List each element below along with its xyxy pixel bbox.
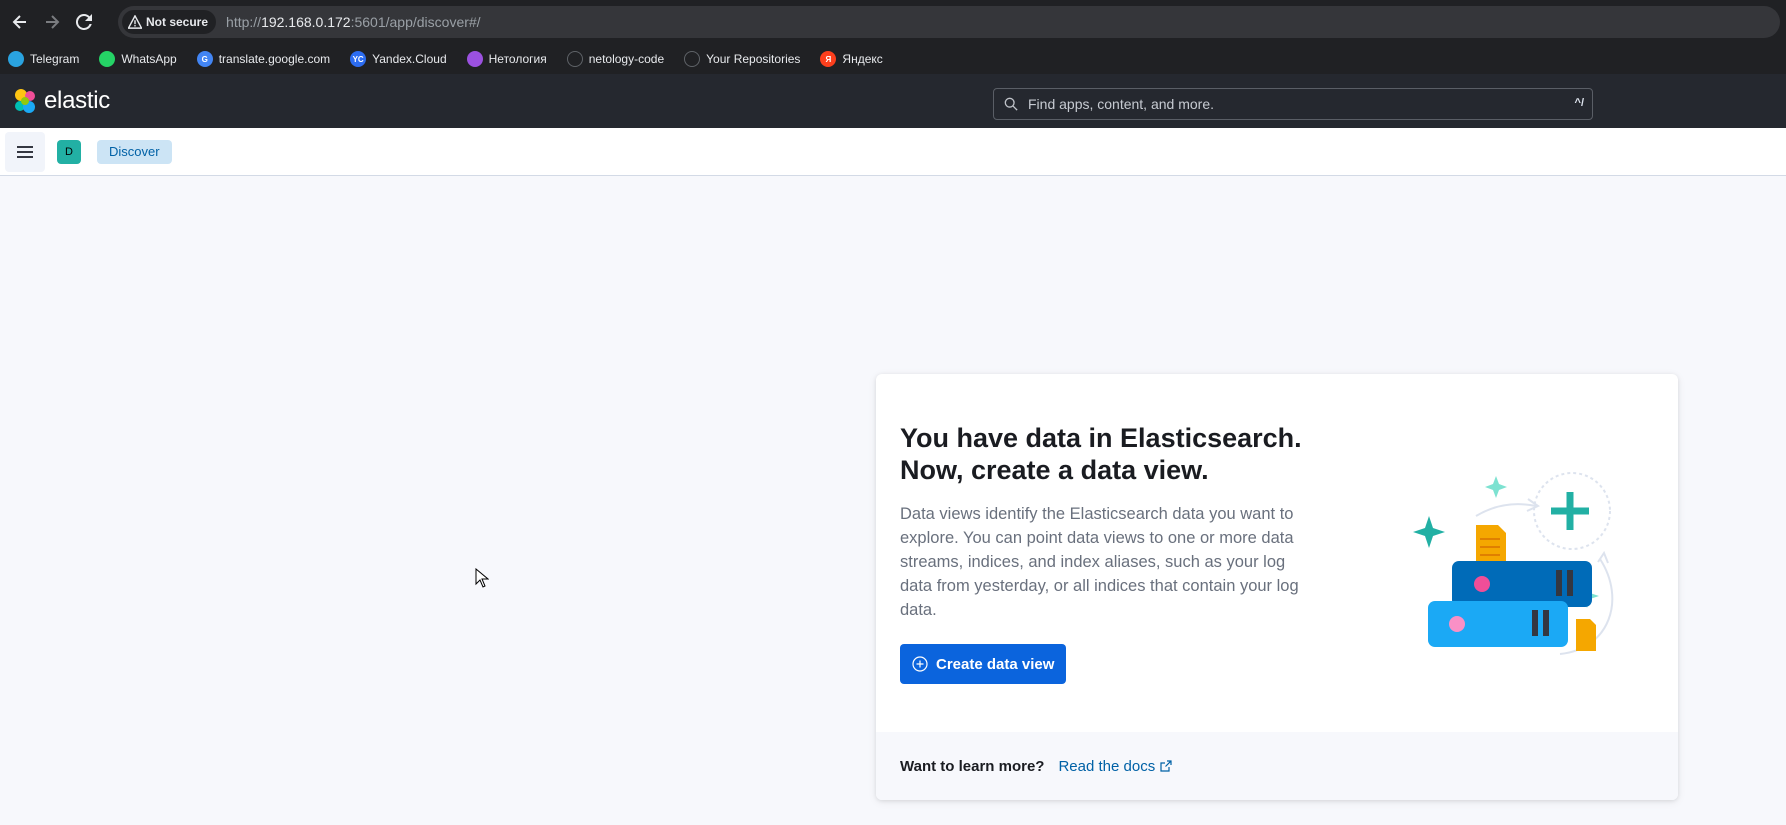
global-search[interactable]: ^/ [993,88,1593,120]
address-bar[interactable]: Not secure http://192.168.0.172:5601/app… [118,6,1780,38]
panel-footer: Want to learn more? Read the docs [876,732,1678,800]
github-icon [566,51,583,67]
create-data-view-button[interactable]: Create data view [900,644,1067,684]
bookmark-item[interactable]: Я Яндекс [820,51,883,67]
bookmark-label: netology-code [588,52,665,66]
bookmark-label: WhatsApp [121,52,177,66]
yandex-icon: Я [820,51,837,67]
arrow-right-icon [46,15,60,29]
bookmark-item[interactable]: WhatsApp [99,51,177,67]
bookmark-label: Telegram [30,52,80,66]
security-label: Not secure [146,15,209,29]
reload-icon [76,14,92,30]
read-the-docs-label: Read the docs [1058,757,1156,775]
kibana-header: elastic ^/ [0,74,1786,128]
back-button[interactable] [8,10,32,34]
bookmark-label: translate.google.com [218,52,331,66]
search-input[interactable] [1028,96,1568,112]
netology-icon [466,51,483,67]
plus-in-circle-icon [912,656,928,672]
breadcrumb-discover[interactable]: Discover [97,139,172,164]
bookmark-item[interactable]: YC Yandex.Cloud [350,51,447,67]
mouse-cursor-icon [475,568,489,588]
url-host: 192.168.0.172 [261,14,351,30]
url-text[interactable]: http://192.168.0.172:5601/app/discover#/ [226,14,481,30]
data-view-illustration [1413,472,1614,655]
bookmark-item[interactable]: netology-code [566,51,665,67]
keyboard-shortcut-hint: ^/ [1574,97,1584,109]
panel-description: Data views identify the Elasticsearch da… [900,505,1299,619]
bookmark-item[interactable]: Нетология [466,51,547,67]
bookmark-item[interactable]: Telegram [8,51,79,67]
menu-toggle-button[interactable] [5,131,45,172]
elastic-logo[interactable]: elastic [12,87,110,115]
bookmark-item[interactable]: Gtranslate.google.com [196,51,331,67]
kibana-subheader: D Discover [0,128,1786,176]
bookmark-item[interactable]: Your Repositories [684,51,800,67]
yandex-cloud-icon: YC [350,51,367,67]
external-link-icon [1160,760,1172,772]
hamburger-menu-icon [17,145,33,158]
forward-button[interactable] [40,10,64,34]
create-data-view-panel: You have data in Elasticsearch. Now, cre… [876,374,1678,800]
url-path: :5601/app/discover#/ [350,14,481,30]
bookmark-label: Your Repositories [706,52,801,66]
space-avatar[interactable]: D [57,139,81,164]
bookmarks-bar: Telegram WhatsApp Gtranslate.google.com YC Y… [0,44,1786,74]
url-scheme: http:// [226,14,262,30]
github-icon [684,51,701,67]
reload-button[interactable] [72,10,96,34]
arrow-left-icon [12,15,26,29]
warning-icon [128,15,142,29]
browser-toolbar: Not secure http://192.168.0.172:5601/app… [0,0,1786,44]
bookmark-label: Yandex.Cloud [372,52,447,66]
bookmark-label: Яндекс [842,52,883,66]
panel-title: You have data in Elasticsearch. Now, cre… [900,423,1302,485]
create-data-view-label: Create data view [936,655,1055,673]
learn-more-label: Want to learn more? [900,757,1045,775]
bookmark-label: Нетология [488,52,547,66]
search-icon [1004,97,1018,111]
google-translate-icon: G [196,51,213,67]
read-the-docs-link[interactable]: Read the docs [1058,758,1172,775]
elastic-logo-icon [15,89,35,113]
whatsapp-icon [99,51,116,67]
security-indicator[interactable]: Not secure [122,10,217,34]
telegram-icon [8,51,24,67]
logo-text: elastic [44,87,110,114]
